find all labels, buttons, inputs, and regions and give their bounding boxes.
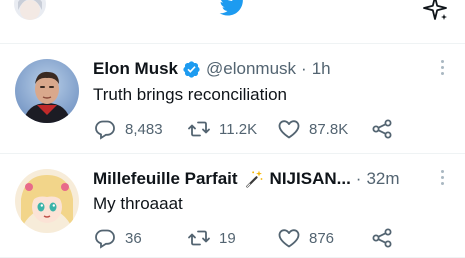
reply-button[interactable]: 8,483 [93, 117, 163, 141]
retweet-count: 19 [219, 229, 236, 247]
retweet-count: 11.2K [219, 120, 258, 138]
author-handle[interactable]: @elonmusk [206, 59, 296, 79]
tweet-header: Millefeuille Parfait NIJISAN... · 32m [93, 168, 400, 190]
tweet-text: Truth brings reconciliation [93, 85, 288, 104]
magic-wand-icon [245, 170, 262, 188]
tweet-timestamp[interactable]: 1h [312, 59, 331, 79]
reply-button[interactable]: 36 [93, 226, 142, 250]
reply-count: 8,483 [125, 120, 163, 138]
author-name[interactable]: Elon Musk [93, 59, 178, 79]
share-icon [372, 228, 392, 248]
author-avatar[interactable] [15, 59, 79, 123]
retweet-icon [188, 230, 210, 246]
heart-icon [278, 120, 300, 139]
profile-avatar[interactable] [14, 0, 46, 20]
reply-icon [95, 120, 115, 140]
author-name-suffix[interactable]: NIJISAN... [270, 169, 351, 189]
share-icon [372, 119, 392, 139]
tweet[interactable]: Millefeuille Parfait NIJISAN... · 32m My… [0, 154, 465, 258]
author-name[interactable]: Millefeuille Parfait [93, 169, 238, 189]
sparkle-icon[interactable] [421, 0, 449, 22]
share-button[interactable] [370, 226, 402, 250]
tweet[interactable]: Elon Musk @elonmusk · 1h Truth brings re… [0, 44, 465, 154]
like-count: 87.8K [309, 120, 349, 138]
retweet-button[interactable]: 19 [187, 226, 236, 250]
like-button[interactable]: 87.8K [277, 117, 348, 141]
more-options-icon[interactable] [441, 170, 445, 186]
tweet-header: Elon Musk @elonmusk · 1h [93, 58, 331, 80]
tweet-timestamp[interactable]: 32m [366, 169, 399, 189]
twitter-bird-icon[interactable] [218, 0, 248, 18]
author-avatar[interactable] [15, 169, 79, 233]
reply-count: 36 [125, 229, 142, 247]
heart-icon [278, 229, 300, 248]
separator-dot: · [355, 169, 362, 188]
top-navigation-bar [0, 0, 465, 44]
tweet-actions: 36 19 876 [93, 226, 413, 250]
tweet-actions: 8,483 11.2K 87.8K [93, 117, 413, 141]
tweet-text: My throaaat [93, 194, 183, 213]
verified-badge-icon [183, 60, 200, 78]
like-button[interactable]: 876 [277, 226, 334, 250]
reply-icon [95, 229, 115, 249]
separator-dot: · [301, 59, 307, 78]
retweet-icon [188, 121, 210, 137]
like-count: 876 [309, 229, 335, 247]
retweet-button[interactable]: 11.2K [187, 117, 257, 141]
share-button[interactable] [370, 117, 402, 141]
more-options-icon[interactable] [441, 60, 445, 76]
